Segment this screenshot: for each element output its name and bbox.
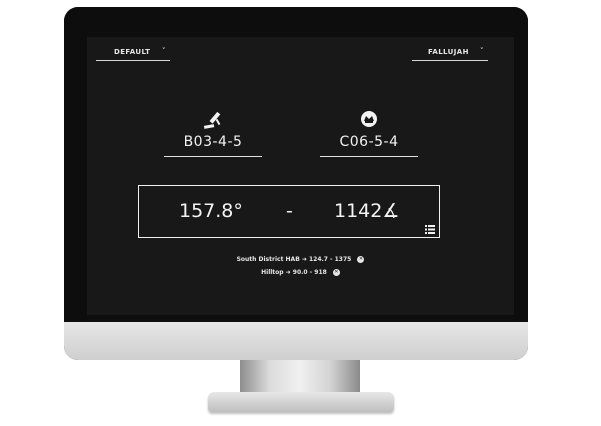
mortar-position-field[interactable]: B03-4-5	[164, 110, 262, 157]
result-separator: -	[286, 200, 293, 222]
target-grid-code: C06-5-4	[339, 134, 399, 150]
map-selector[interactable]: FALLUJAH ˅	[412, 47, 488, 61]
close-icon[interactable]: ✕	[357, 256, 365, 263]
chevron-down-icon: ˅	[480, 47, 484, 55]
preset-selector[interactable]: DEFAULT ˅	[96, 47, 170, 61]
chevron-down-icon: ˅	[162, 47, 166, 55]
monitor-bezel	[64, 7, 528, 37]
map-selector-label: FALLUJAH	[428, 48, 469, 56]
monitor-stand-foot	[208, 392, 394, 412]
target-marker-icon	[361, 111, 377, 127]
mortar-icon	[203, 111, 221, 129]
history-item[interactable]: South District HAB ➜ 124.7 - 1375 ✕	[0, 256, 601, 263]
mortar-grid-code: B03-4-5	[183, 134, 243, 150]
history-item[interactable]: Hilltop ➜ 90.0 - 918 ✕	[0, 269, 601, 276]
list-icon[interactable]	[425, 225, 435, 234]
preset-selector-label: DEFAULT	[114, 48, 151, 56]
firing-solution-box: 157.8° - 1142∡	[138, 185, 440, 238]
target-position-field[interactable]: C06-5-4	[320, 110, 418, 157]
history-item-text: Hilltop ➜ 90.0 - 918	[261, 269, 327, 276]
elevation-value: 1142∡	[334, 200, 400, 222]
azimuth-value: 157.8°	[179, 200, 243, 222]
close-icon[interactable]: ✕	[332, 269, 340, 276]
monitor-chin	[64, 322, 528, 360]
history-item-text: South District HAB ➜ 124.7 - 1375	[236, 256, 352, 263]
